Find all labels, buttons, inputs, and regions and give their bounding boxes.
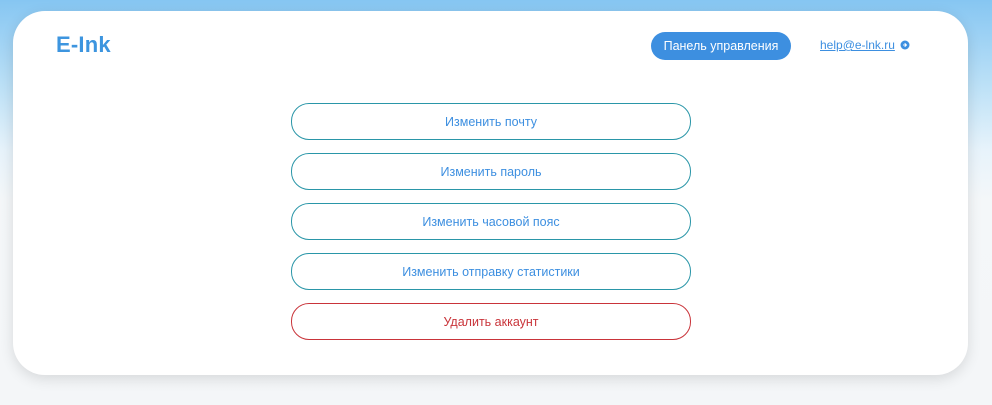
change-statistics-button[interactable]: Изменить отправку статистики	[291, 253, 691, 290]
help-contact: help@e-lnk.ru	[820, 38, 910, 52]
settings-card: E-Ink Панель управления help@e-lnk.ru Из…	[13, 11, 968, 375]
control-panel-button[interactable]: Панель управления	[651, 32, 791, 60]
delete-account-button[interactable]: Удалить аккаунт	[291, 303, 691, 340]
account-actions: Изменить почту Изменить пароль Изменить …	[291, 103, 691, 353]
logo[interactable]: E-Ink	[56, 32, 111, 58]
arrow-circle-icon[interactable]	[900, 40, 910, 50]
change-email-button[interactable]: Изменить почту	[291, 103, 691, 140]
change-password-button[interactable]: Изменить пароль	[291, 153, 691, 190]
help-email-link[interactable]: help@e-lnk.ru	[820, 38, 895, 52]
change-timezone-button[interactable]: Изменить часовой пояс	[291, 203, 691, 240]
